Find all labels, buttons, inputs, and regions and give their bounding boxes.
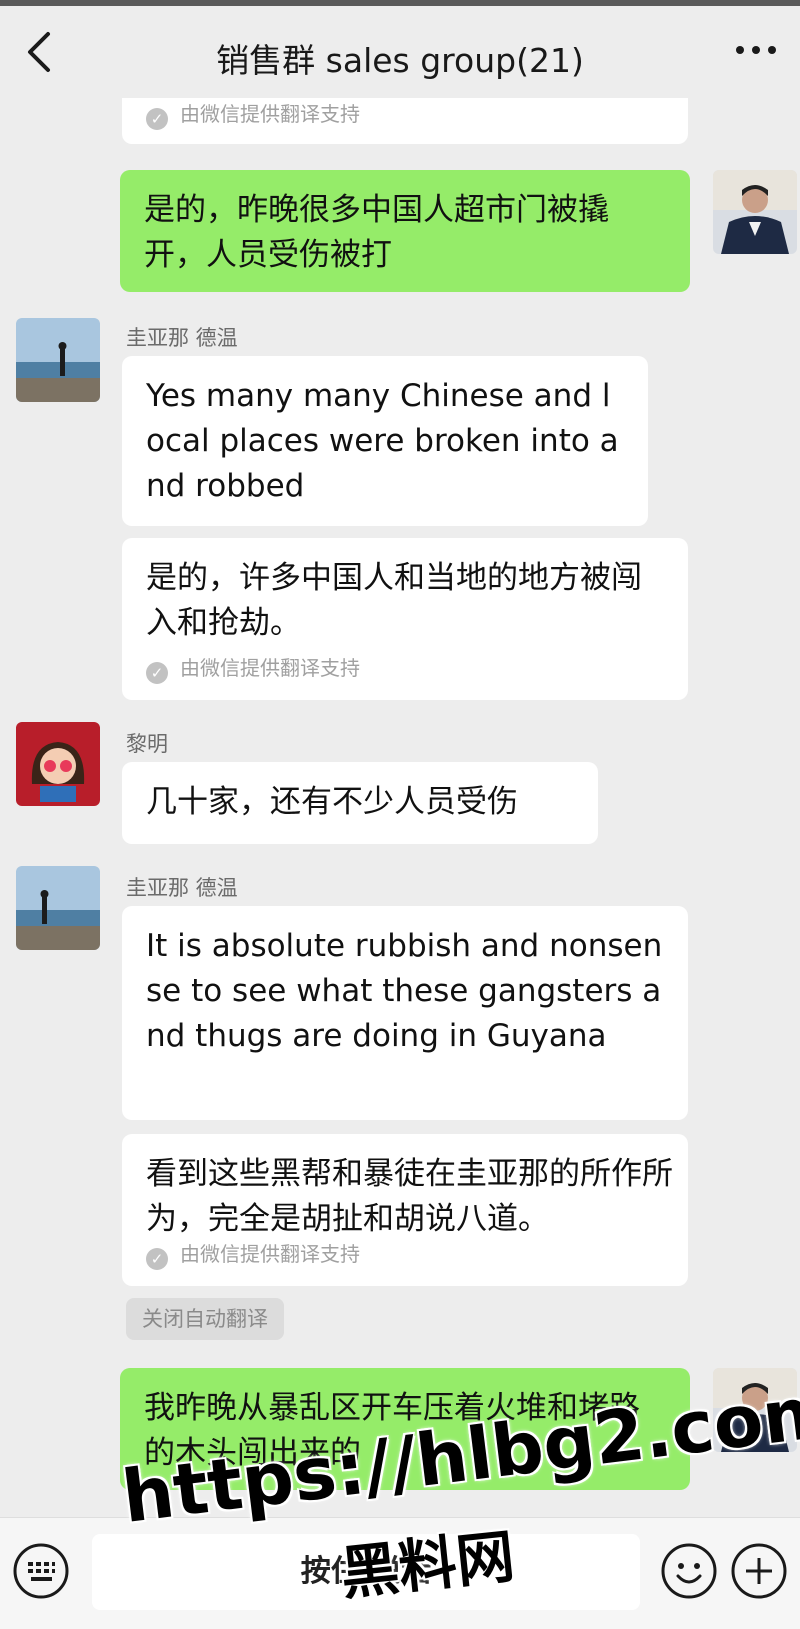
translation-note: ✓ 由微信提供翻译支持: [146, 656, 360, 684]
back-icon[interactable]: [18, 26, 62, 78]
translation-bubble[interactable]: 看到这些黑帮和暴徒在圭亚那的所作所为，完全是胡扯和胡说八道。 ✓ 由微信提供翻译支…: [122, 1134, 688, 1286]
close-auto-translate-button[interactable]: 关闭自动翻译: [126, 1298, 284, 1340]
check-icon: ✓: [146, 662, 168, 684]
translation-text: 是的，许多中国人和当地的地方被闯入和抢劫。: [146, 560, 642, 641]
avatar-liming[interactable]: [16, 722, 100, 806]
chat-header: 销售群 sales group(21): [0, 6, 800, 98]
check-icon: ✓: [146, 108, 168, 130]
avatar-self[interactable]: [713, 170, 797, 254]
message-bubble-other[interactable]: Yes many many Chinese and local places w…: [122, 356, 648, 526]
more-icon[interactable]: [734, 40, 778, 60]
message-bubble-other[interactable]: 几十家，还有不少人员受伤: [122, 762, 598, 844]
emoji-icon[interactable]: [660, 1542, 718, 1600]
message-bubble-self[interactable]: 是的，昨晚很多中国人超市门被撬开，人员受伤被打: [120, 170, 690, 292]
translation-note: ✓ 由微信提供翻译支持: [146, 102, 360, 130]
plus-icon[interactable]: [730, 1542, 788, 1600]
message-text: 几十家，还有不少人员受伤: [146, 784, 518, 820]
message-text: 是的，昨晚很多中国人超市门被撬开，人员受伤被打: [144, 192, 609, 273]
sender-name: 黎明: [126, 732, 168, 756]
check-icon: ✓: [146, 1248, 168, 1270]
translation-bubble-partial[interactable]: ✓ 由微信提供翻译支持: [122, 98, 688, 144]
keyboard-icon[interactable]: [12, 1542, 70, 1600]
avatar-devin[interactable]: [16, 318, 100, 402]
sender-name: 圭亚那 德温: [126, 876, 238, 900]
translation-text: 看到这些黑帮和暴徒在圭亚那的所作所为，完全是胡扯和胡说八道。: [146, 1156, 673, 1237]
chat-title: 销售群 sales group(21): [216, 41, 584, 80]
translation-note: ✓ 由微信提供翻译支持: [146, 1242, 360, 1270]
message-text: It is absolute rubbish and nonsense to s…: [146, 928, 663, 1054]
avatar-devin[interactable]: [16, 866, 100, 950]
message-text: Yes many many Chinese and local places w…: [146, 378, 619, 504]
sender-name: 圭亚那 德温: [126, 326, 238, 350]
translation-bubble[interactable]: 是的，许多中国人和当地的地方被闯入和抢劫。 ✓ 由微信提供翻译支持: [122, 538, 688, 700]
message-bubble-other[interactable]: It is absolute rubbish and nonsense to s…: [122, 906, 688, 1120]
